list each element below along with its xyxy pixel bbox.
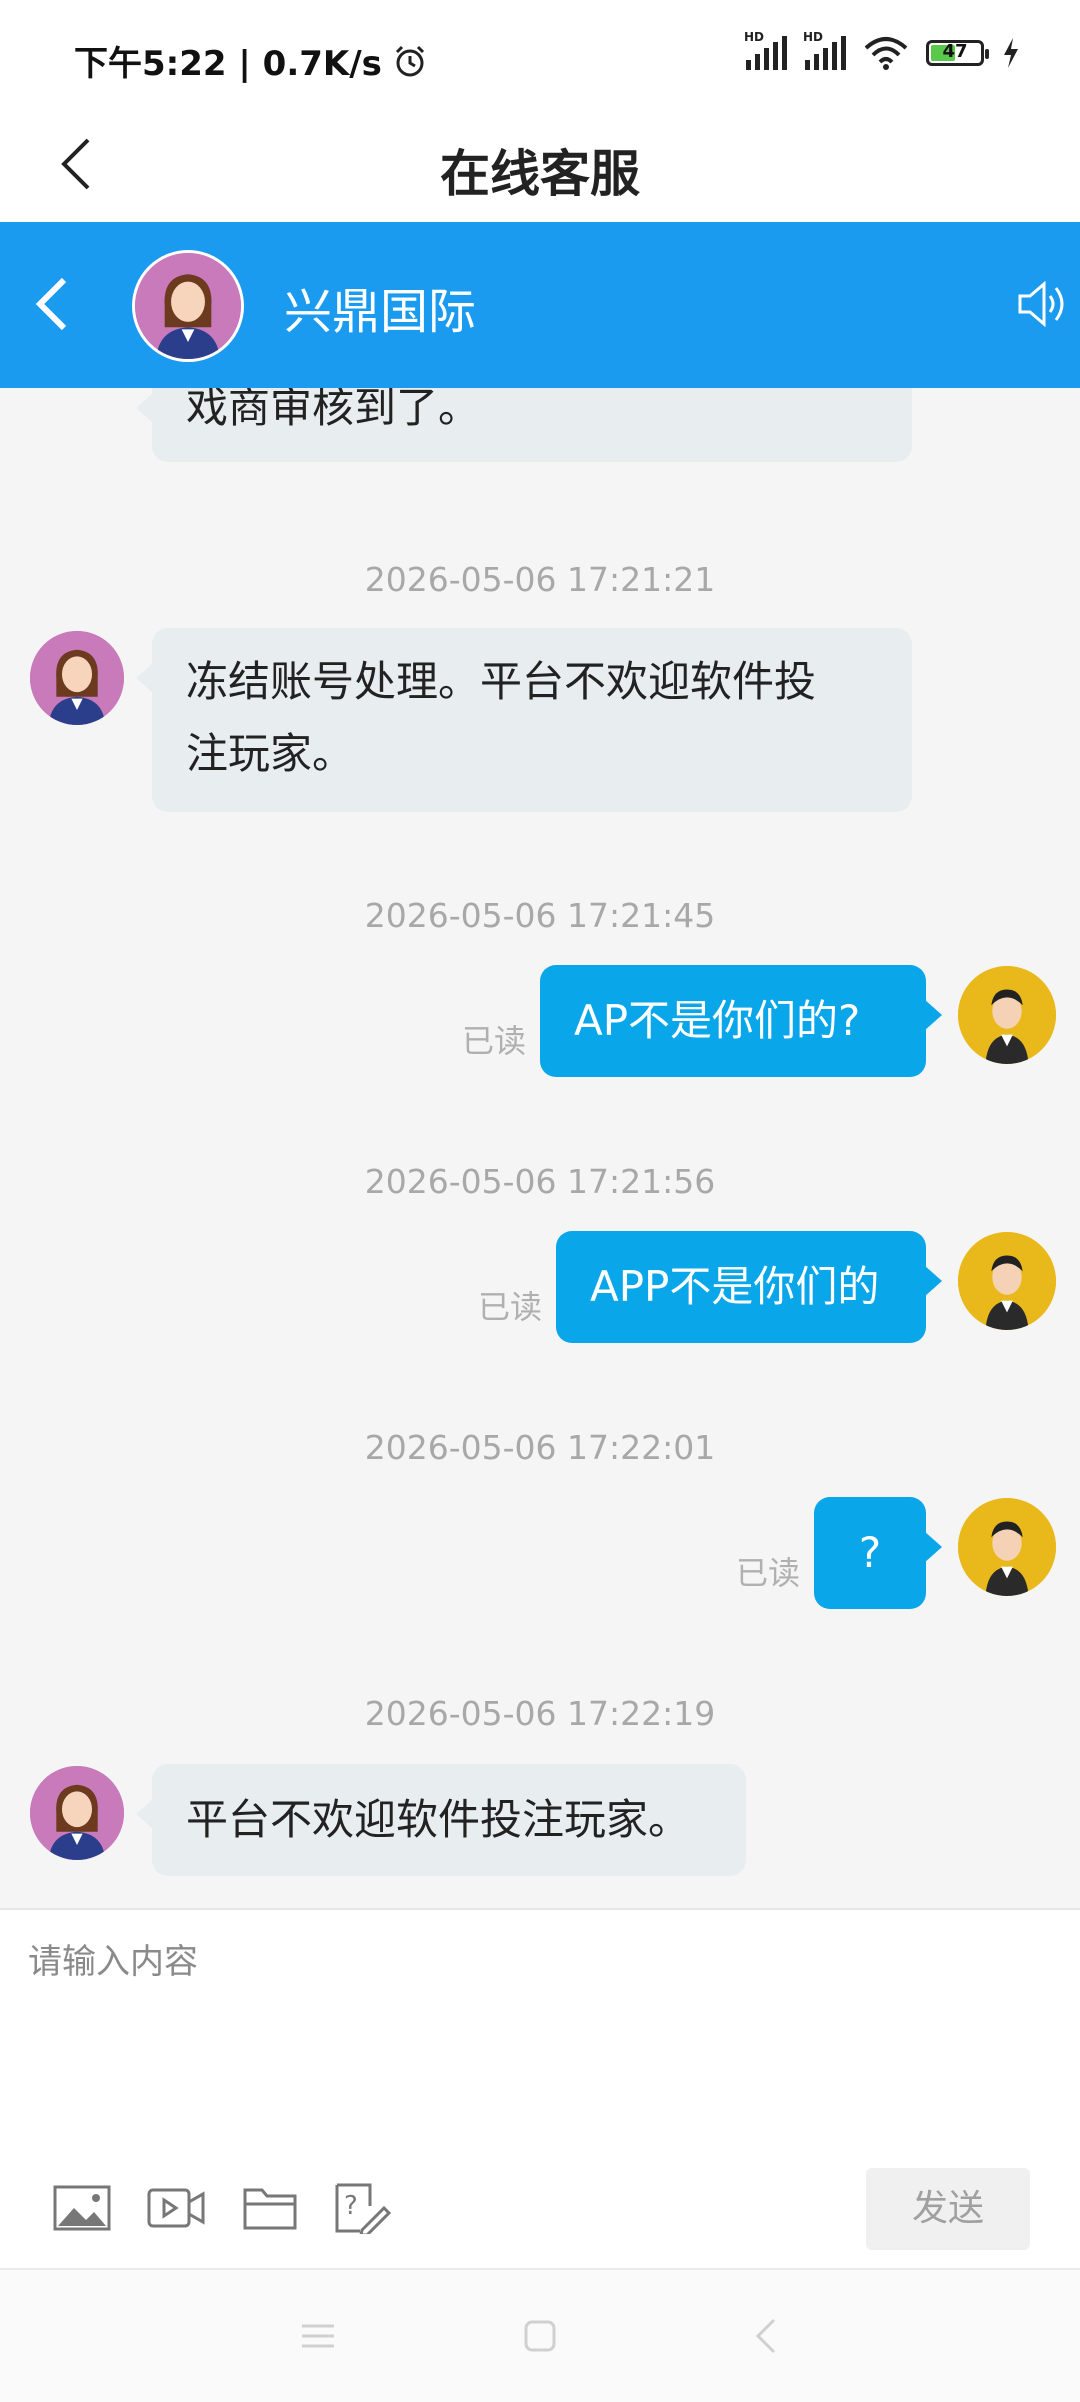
back-icon[interactable] xyxy=(748,2316,788,2356)
message-timestamp: 2026-05-06 17:22:01 xyxy=(364,1428,716,1467)
read-status: 已读 xyxy=(478,1288,543,1326)
image-icon[interactable] xyxy=(52,2182,112,2234)
user-avatar xyxy=(958,1498,1056,1596)
message-bubble-incoming[interactable]: 冻结账号处理。平台不欢迎软件投 注玩家。 xyxy=(136,628,912,812)
question-edit-icon[interactable]: ? xyxy=(332,2182,392,2234)
agent-avatar xyxy=(132,250,244,362)
hd-label-2: HD xyxy=(803,30,824,44)
status-time-text: 下午5:22 | 0.7K/s xyxy=(74,44,382,84)
alarm-icon xyxy=(395,45,424,76)
send-button[interactable]: 发送 xyxy=(866,2168,1030,2250)
page-title: 在线客服 xyxy=(440,145,640,203)
battery-icon: 47 xyxy=(926,40,989,66)
agent-avatar xyxy=(30,1766,124,1860)
folder-icon[interactable] xyxy=(240,2182,300,2234)
hd-label: HD xyxy=(744,30,765,44)
user-avatar-icon xyxy=(958,1232,1056,1330)
status-time-speed: 下午5:22 | 0.7K/s xyxy=(74,36,428,85)
svg-text:?: ? xyxy=(344,2191,358,2221)
read-status: 已读 xyxy=(462,1022,527,1060)
agent-avatar xyxy=(30,631,124,725)
battery-level: 47 xyxy=(942,41,968,62)
message-text: AP不是你们的? xyxy=(574,996,861,1045)
message-bubble-incoming[interactable]: 戏商审核到了。 xyxy=(136,388,912,462)
message-timestamp: 2026-05-06 17:21:45 xyxy=(364,896,716,935)
user-avatar xyxy=(958,966,1056,1064)
video-icon[interactable] xyxy=(146,2182,206,2234)
message-bubble-outgoing[interactable]: AP不是你们的? xyxy=(540,965,942,1077)
message-text-line: 注玩家。 xyxy=(186,729,355,778)
agent-avatar-icon xyxy=(135,253,241,359)
status-icons: HD HD 47 xyxy=(744,30,1020,70)
message-input[interactable]: 请输入内容 xyxy=(28,1934,198,1983)
message-list[interactable]: 戏商审核到了。 2026-05-06 17:21:21 冻结账号处理。平台不欢迎… xyxy=(0,388,1080,1908)
cell-signal-icon-2: HD xyxy=(803,30,846,70)
message-text: APP不是你们的 xyxy=(590,1262,880,1311)
message-text: 平台不欢迎软件投注玩家。 xyxy=(186,1795,691,1844)
wifi-icon xyxy=(864,37,908,70)
message-text: ? xyxy=(858,1528,882,1577)
system-nav-bar xyxy=(0,2268,1080,2402)
message-timestamp: 2026-05-06 17:22:19 xyxy=(364,1694,716,1733)
user-avatar xyxy=(958,1232,1056,1330)
agent-avatar-icon xyxy=(30,631,124,725)
user-avatar-icon xyxy=(958,1498,1056,1596)
message-timestamp: 2026-05-06 17:21:56 xyxy=(364,1162,716,1201)
message-text-line: 冻结账号处理。平台不欢迎软件投 xyxy=(186,657,817,706)
charging-icon xyxy=(1004,38,1018,68)
user-avatar-icon xyxy=(958,966,1056,1064)
home-icon[interactable] xyxy=(520,2316,560,2356)
status-bar: 下午5:22 | 0.7K/s HD HD 47 xyxy=(0,0,1080,112)
chat-header: 兴鼎国际 xyxy=(0,222,1080,388)
speaker-icon[interactable] xyxy=(1016,276,1066,332)
cell-signal-icon: HD xyxy=(744,30,787,70)
message-composer: 请输入内容 ? 发送 xyxy=(0,1908,1080,2270)
title-bar: 在线客服 xyxy=(0,112,1080,222)
agent-avatar-icon xyxy=(30,1766,124,1860)
message-text: 戏商审核到了。 xyxy=(186,388,481,432)
menu-icon[interactable] xyxy=(298,2316,338,2356)
message-bubble-outgoing[interactable]: APP不是你们的 xyxy=(556,1231,942,1343)
message-timestamp: 2026-05-06 17:21:21 xyxy=(364,560,716,599)
read-status: 已读 xyxy=(736,1554,801,1592)
message-bubble-incoming[interactable]: 平台不欢迎软件投注玩家。 xyxy=(136,1764,746,1876)
chat-contact-name: 兴鼎国际 xyxy=(284,284,477,340)
message-bubble-outgoing[interactable]: ? xyxy=(814,1497,942,1609)
chat-back-icon[interactable] xyxy=(28,274,78,334)
